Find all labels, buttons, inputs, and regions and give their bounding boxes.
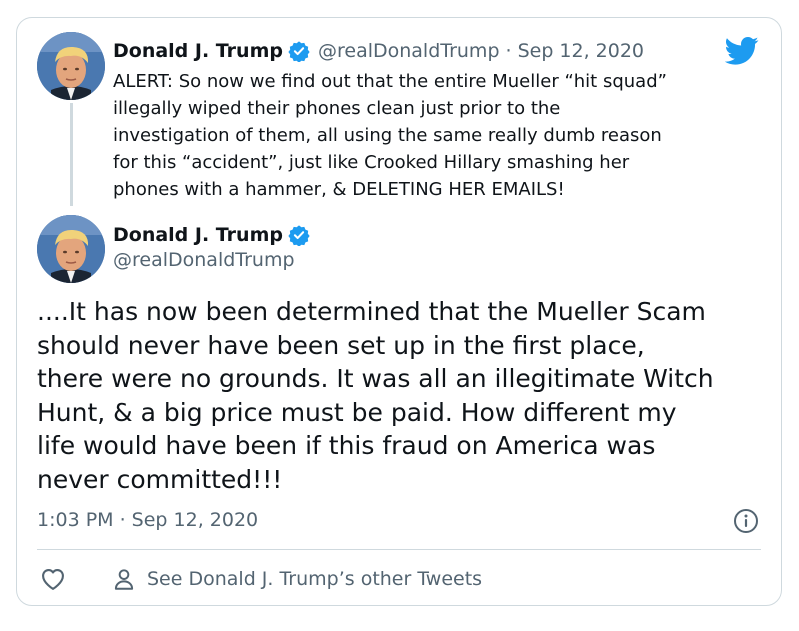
divider <box>37 549 761 550</box>
author-name[interactable]: Donald J. Trump <box>113 40 283 62</box>
separator-dot: · <box>505 40 512 62</box>
heart-icon[interactable] <box>39 565 67 593</box>
verified-badge-icon <box>288 224 310 247</box>
see-other-tweets-label: See Donald J. Trump’s other Tweets <box>147 568 483 590</box>
tweet2-header: Donald J. Trump <box>113 221 310 249</box>
verified-badge-icon <box>288 40 310 63</box>
author-handle[interactable]: @realDonaldTrump <box>318 40 500 62</box>
avatar[interactable] <box>37 32 105 100</box>
tweet-date[interactable]: Sep 12, 2020 <box>518 40 644 62</box>
tweet2-text: ....It has now been determined that the … <box>37 297 714 494</box>
tweet1-text: ALERT: So now we find out that the entir… <box>113 71 667 200</box>
avatar[interactable] <box>37 215 105 283</box>
tweet-timestamp[interactable]: 1:03 PM · Sep 12, 2020 <box>37 509 258 531</box>
twitter-bird-icon[interactable] <box>724 36 759 66</box>
thread-connector-line <box>70 103 73 206</box>
author-handle[interactable]: @realDonaldTrump <box>113 249 295 271</box>
see-other-tweets-link[interactable]: See Donald J. Trump’s other Tweets <box>111 565 482 593</box>
author-name[interactable]: Donald J. Trump <box>113 224 283 246</box>
tweet1-header: Donald J. Trump @realDonaldTrump · Sep 1… <box>113 37 644 65</box>
info-icon[interactable] <box>733 508 759 534</box>
person-icon <box>111 566 137 592</box>
embedded-tweet-card: Donald J. Trump @realDonaldTrump · Sep 1… <box>16 17 782 606</box>
